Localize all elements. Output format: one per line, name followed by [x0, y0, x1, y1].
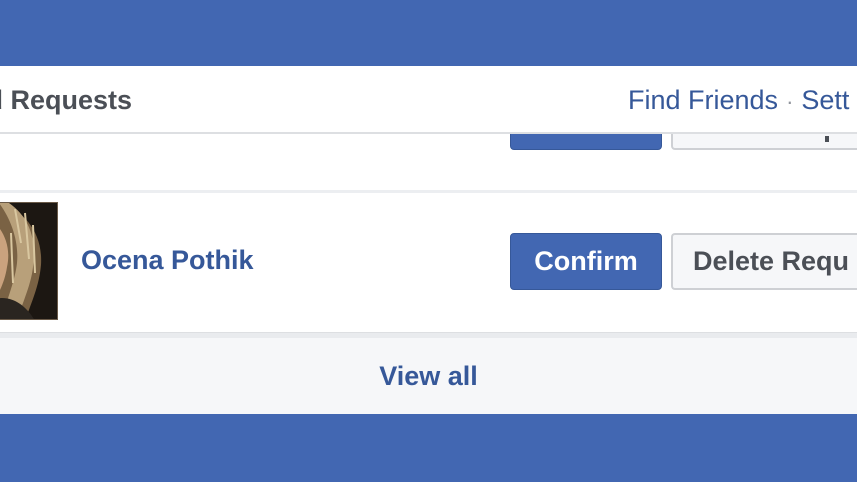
confirm-button[interactable]: Confirm: [510, 233, 662, 290]
top-blue-bar: [0, 0, 857, 66]
view-all-link[interactable]: View all: [0, 338, 857, 414]
app-frame: nd Requests Find Friends · Sett: [0, 0, 857, 482]
previous-delete-text-fragment: [825, 136, 829, 142]
header-links: Find Friends · Sett: [628, 85, 849, 116]
avatar[interactable]: [0, 202, 58, 320]
avatar-photo: [0, 203, 57, 319]
panel-header: nd Requests Find Friends · Sett: [0, 66, 857, 134]
previous-request-row: [0, 134, 857, 188]
delete-request-button[interactable]: Delete Requ: [671, 233, 857, 290]
previous-delete-button[interactable]: [671, 134, 857, 150]
friend-requests-panel: nd Requests Find Friends · Sett: [0, 66, 857, 414]
panel-title: nd Requests: [0, 85, 133, 115]
previous-confirm-button[interactable]: [510, 134, 662, 150]
bottom-blue-bar: [0, 414, 857, 482]
person-name-link[interactable]: Ocena Pothik: [81, 245, 254, 276]
link-separator: ·: [786, 89, 794, 114]
settings-link[interactable]: Sett: [801, 85, 849, 115]
request-row: Ocena Pothik Confirm Delete Requ: [0, 193, 857, 333]
find-friends-link[interactable]: Find Friends: [628, 85, 778, 115]
